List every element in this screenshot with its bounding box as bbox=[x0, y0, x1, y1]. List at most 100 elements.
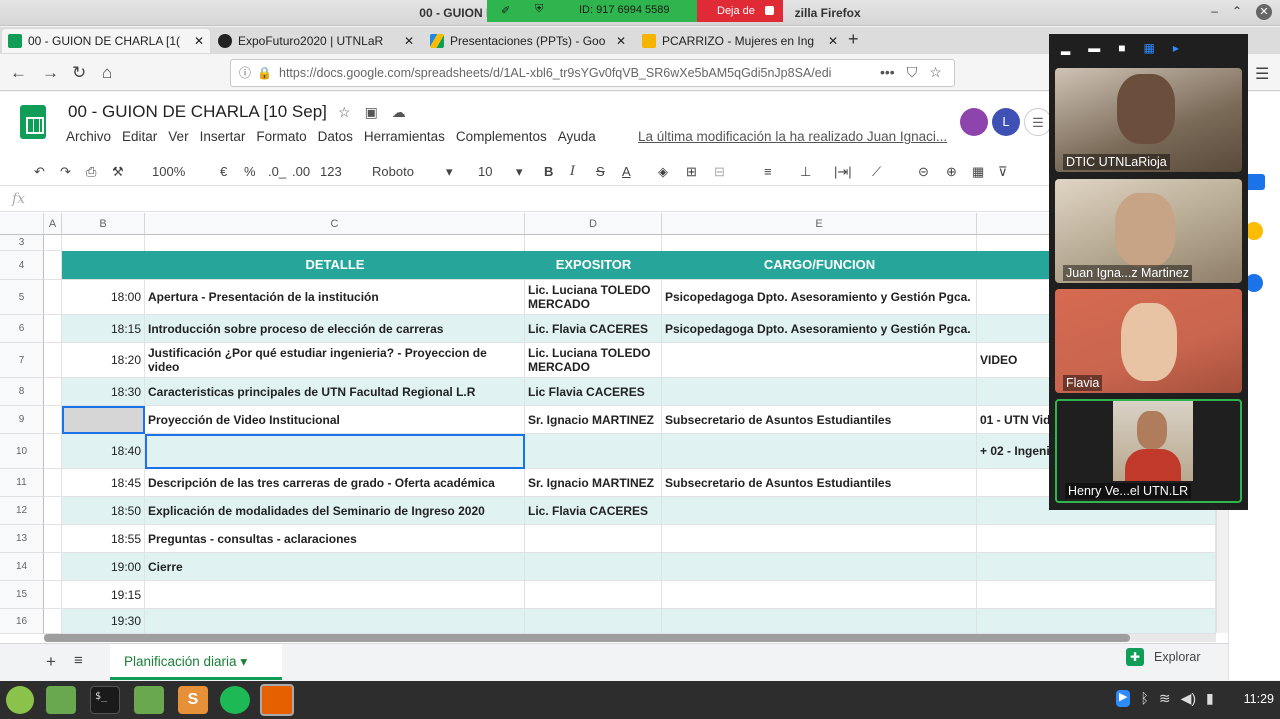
menu-complementos[interactable]: Complementos bbox=[456, 129, 547, 144]
cloud-icon[interactable]: ☁ bbox=[392, 104, 406, 121]
sublime-icon[interactable]: S bbox=[178, 686, 208, 714]
row-header[interactable]: 6 bbox=[0, 315, 44, 343]
cell[interactable] bbox=[44, 406, 62, 434]
row-header[interactable]: 16 bbox=[0, 609, 44, 634]
tab-presentaciones[interactable]: Presentaciones (PPTs) - Goo ✕ bbox=[424, 29, 632, 53]
tab-pcarrizo[interactable]: PCARRIZO - Mujeres en Ing ✕ bbox=[636, 29, 844, 53]
borders-icon[interactable]: ⊞ bbox=[686, 164, 697, 180]
bluetooth-icon[interactable]: ᛒ bbox=[1140, 690, 1148, 707]
reload-icon[interactable]: ↻ bbox=[72, 63, 86, 83]
chart-icon[interactable]: ▦ bbox=[972, 164, 984, 180]
menu-icon[interactable]: ☰ bbox=[1255, 64, 1269, 84]
time-cell[interactable]: 18:45 bbox=[62, 469, 145, 497]
extra-cell[interactable] bbox=[977, 553, 1216, 581]
sheets-logo-icon[interactable] bbox=[20, 105, 46, 139]
spotify-icon[interactable] bbox=[220, 686, 250, 714]
wifi-icon[interactable]: ≋ bbox=[1159, 690, 1171, 707]
time-cell[interactable]: 18:55 bbox=[62, 525, 145, 553]
italic-button[interactable]: I bbox=[570, 164, 575, 179]
avatar[interactable] bbox=[960, 108, 988, 136]
font-select[interactable]: Roboto bbox=[372, 164, 414, 179]
column-header-c[interactable]: C bbox=[145, 213, 525, 235]
mint-menu-icon[interactable] bbox=[6, 686, 34, 714]
expositor-cell[interactable]: Lic. Luciana TOLEDO MERCADO bbox=[525, 280, 662, 315]
detail-cell[interactable]: Proyección de Video Institucional bbox=[145, 406, 525, 434]
column-header-a[interactable]: A bbox=[44, 213, 62, 235]
expositor-cell[interactable]: Lic. Flavia CACERES bbox=[525, 497, 662, 525]
cargo-cell[interactable] bbox=[662, 343, 977, 378]
time-cell[interactable]: 19:30 bbox=[62, 609, 145, 634]
time-cell[interactable]: 18:40 bbox=[62, 434, 145, 469]
tab-expofuturo[interactable]: ExpoFuturo2020 | UTNLaR ✕ bbox=[212, 29, 420, 53]
cell[interactable] bbox=[44, 235, 62, 251]
header-cell[interactable]: CARGO/FUNCION bbox=[662, 251, 977, 280]
document-title[interactable]: 00 - GUION DE CHARLA [10 Sep] bbox=[68, 102, 327, 122]
cargo-cell[interactable]: Psicopedagoga Dpto. Asesoramiento y Gest… bbox=[662, 315, 977, 343]
shield-icon[interactable]: ⛨ bbox=[535, 3, 543, 16]
participant-video-active[interactable]: Henry Ve...el UTN.LR bbox=[1055, 399, 1242, 503]
expositor-cell[interactable]: Sr. Ignacio MARTINEZ bbox=[525, 469, 662, 497]
files-icon[interactable] bbox=[134, 686, 164, 714]
close-tab-icon[interactable]: ✕ bbox=[404, 34, 414, 48]
small-view-icon[interactable]: ▬ bbox=[1088, 41, 1100, 55]
close-window-button[interactable]: ✕ bbox=[1256, 4, 1272, 20]
expositor-cell[interactable] bbox=[525, 525, 662, 553]
close-tab-icon[interactable]: ✕ bbox=[828, 34, 838, 48]
cell[interactable] bbox=[44, 343, 62, 378]
chevron-down-icon[interactable]: ▾ bbox=[240, 654, 247, 669]
cargo-cell[interactable] bbox=[662, 553, 977, 581]
cell[interactable] bbox=[44, 469, 62, 497]
cell[interactable] bbox=[44, 553, 62, 581]
row-header[interactable]: 9 bbox=[0, 406, 44, 434]
close-tab-icon[interactable]: ✕ bbox=[616, 34, 626, 48]
text-color-button[interactable]: A bbox=[622, 164, 631, 179]
zoom-tray-icon[interactable]: ▶ bbox=[1116, 690, 1131, 707]
time-cell[interactable] bbox=[62, 406, 145, 434]
cell[interactable] bbox=[44, 525, 62, 553]
row-header[interactable]: 12 bbox=[0, 497, 44, 525]
cell[interactable] bbox=[62, 235, 145, 251]
maximize-button[interactable]: ⌃ bbox=[1232, 4, 1242, 20]
close-tab-icon[interactable]: ✕ bbox=[194, 34, 204, 48]
header-cell[interactable]: DETALLE bbox=[145, 251, 525, 280]
chevron-down-icon[interactable]: ▾ bbox=[446, 164, 453, 180]
row-header[interactable]: 10 bbox=[0, 434, 44, 469]
column-header-d[interactable]: D bbox=[525, 213, 662, 235]
forward-icon[interactable]: → bbox=[42, 63, 59, 83]
fill-color-icon[interactable]: ◈ bbox=[658, 164, 668, 180]
next-page-icon[interactable]: ▸ bbox=[1173, 41, 1179, 55]
decrease-decimal-button[interactable]: .0_ bbox=[268, 164, 286, 179]
cargo-cell[interactable]: Subsecretario de Asuntos Estudiantiles bbox=[662, 406, 977, 434]
time-cell[interactable]: 18:20 bbox=[62, 343, 145, 378]
pocket-icon[interactable]: ⛉ bbox=[907, 64, 918, 81]
row-header[interactable]: 11 bbox=[0, 469, 44, 497]
zoom-select[interactable]: 100% bbox=[152, 164, 185, 179]
row-header[interactable]: 13 bbox=[0, 525, 44, 553]
detail-cell[interactable]: Apertura - Presentación de la institució… bbox=[145, 280, 525, 315]
cell[interactable] bbox=[525, 235, 662, 251]
detail-cell[interactable]: Cierre bbox=[145, 553, 525, 581]
stop-share-button[interactable]: Deja de bbox=[697, 0, 783, 22]
time-cell[interactable]: 19:00 bbox=[62, 553, 145, 581]
gallery-view-icon[interactable]: ▦ bbox=[1143, 41, 1154, 55]
redo-icon[interactable]: ↷ bbox=[60, 164, 71, 180]
bold-button[interactable]: B bbox=[544, 164, 553, 179]
minimize-icon[interactable]: ▂ bbox=[1061, 41, 1070, 55]
last-modified-link[interactable]: La última modificación la ha realizado J… bbox=[638, 129, 947, 144]
increase-decimal-button[interactable]: .00 bbox=[292, 164, 310, 179]
participant-video[interactable]: DTIC UTNLaRioja bbox=[1055, 68, 1242, 172]
explore-button[interactable]: ✚ Explorar bbox=[1126, 648, 1201, 666]
cell[interactable] bbox=[44, 315, 62, 343]
avatar[interactable]: L bbox=[992, 108, 1020, 136]
tab-guion[interactable]: 00 - GUION DE CHARLA [1( ✕ bbox=[2, 29, 210, 53]
detail-cell[interactable]: Introducción sobre proceso de elección d… bbox=[145, 315, 525, 343]
menu-insertar[interactable]: Insertar bbox=[200, 129, 246, 144]
expositor-cell[interactable]: Lic. Flavia CACERES bbox=[525, 315, 662, 343]
more-icon[interactable]: ••• bbox=[880, 64, 895, 81]
expositor-cell[interactable] bbox=[525, 434, 662, 469]
column-header-b[interactable]: B bbox=[62, 213, 145, 235]
minimize-button[interactable]: – bbox=[1211, 4, 1218, 20]
menu-ver[interactable]: Ver bbox=[168, 129, 188, 144]
participant-video[interactable]: Juan Igna...z Martinez bbox=[1055, 179, 1242, 283]
comments-icon[interactable]: ☰ bbox=[1024, 108, 1052, 136]
